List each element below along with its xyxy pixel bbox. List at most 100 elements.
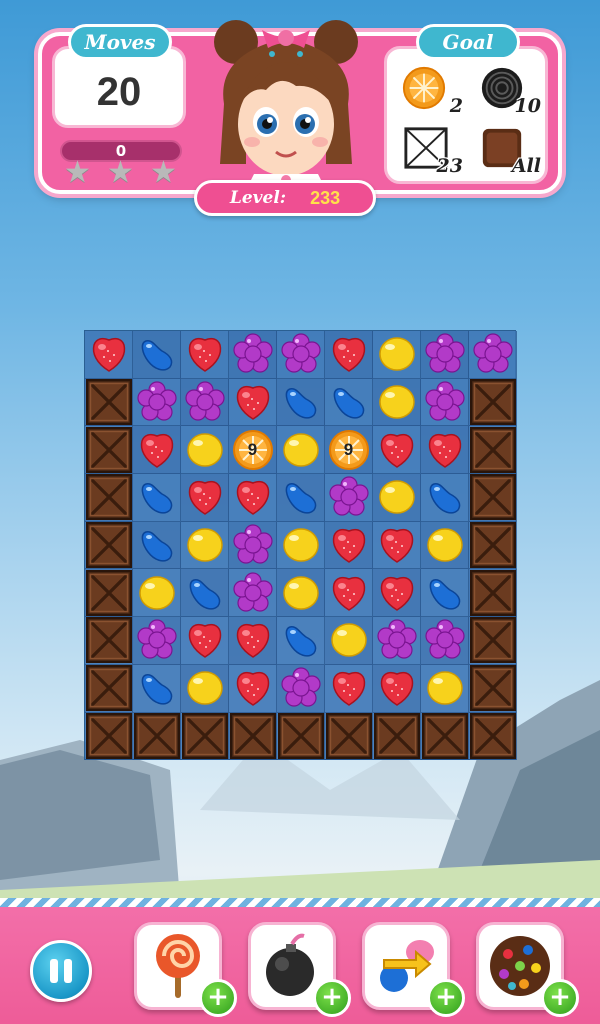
- strawberry-candy[interactable]: [181, 331, 229, 379]
- crate-icon: [85, 379, 132, 426]
- flower-candy[interactable]: [133, 617, 181, 665]
- lemon-candy[interactable]: [277, 521, 325, 570]
- lemon-icon: [186, 432, 223, 467]
- bean-icon: [285, 387, 316, 419]
- strawberry-candy[interactable]: [229, 474, 277, 522]
- strawberry-candy[interactable]: [229, 617, 277, 665]
- lemon-candy[interactable]: [373, 474, 421, 522]
- crate-icon: [421, 712, 468, 759]
- chocolate-crate-tile: [85, 712, 133, 761]
- flower-candy[interactable]: [277, 331, 325, 379]
- chocolate-crate-tile: [469, 426, 517, 475]
- goal-count: 2: [449, 95, 463, 117]
- lemon-candy[interactable]: [325, 617, 373, 665]
- flower-candy[interactable]: [325, 474, 373, 522]
- color-bomb-booster-button[interactable]: +: [476, 922, 579, 1017]
- bean-candy[interactable]: [421, 569, 469, 618]
- strawberry-candy[interactable]: [325, 521, 373, 570]
- flower-candy[interactable]: [421, 378, 469, 427]
- lemon-candy[interactable]: [181, 521, 229, 570]
- bean-candy[interactable]: [133, 521, 181, 570]
- chocolate-crate-tile: [85, 521, 133, 570]
- bean-icon: [141, 340, 172, 371]
- lemon-candy[interactable]: [133, 569, 181, 618]
- crate-icon: [229, 712, 276, 759]
- add-booster-button[interactable]: +: [427, 979, 465, 1017]
- goal-licorice: 10: [479, 65, 541, 119]
- flower-icon: [328, 476, 369, 517]
- lemon-candy[interactable]: [421, 521, 469, 570]
- strawberry-candy[interactable]: [373, 569, 421, 618]
- flower-candy[interactable]: [181, 378, 229, 427]
- flower-candy[interactable]: [373, 617, 421, 665]
- lemon-candy[interactable]: [181, 664, 229, 713]
- lemon-icon: [378, 385, 415, 419]
- strawberry-candy[interactable]: [373, 521, 421, 570]
- orange-slice-icon: [402, 66, 446, 110]
- strawberry-icon: [380, 576, 413, 611]
- bean-candy[interactable]: [277, 378, 325, 427]
- strawberry-candy[interactable]: [325, 569, 373, 618]
- chocolate-crate-tile: [469, 474, 517, 522]
- orange-candy[interactable]: 9: [229, 426, 277, 475]
- bean-candy[interactable]: [325, 378, 373, 427]
- add-booster-button[interactable]: +: [541, 979, 579, 1017]
- strawberry-candy[interactable]: [229, 378, 277, 427]
- flower-candy[interactable]: [229, 331, 277, 379]
- flower-candy[interactable]: [421, 617, 469, 665]
- bean-candy[interactable]: [181, 569, 229, 618]
- lollipop-booster-button[interactable]: +: [134, 922, 237, 1017]
- flower-candy[interactable]: [133, 378, 181, 427]
- flower-icon: [184, 381, 225, 421]
- crate-icon: [85, 474, 132, 521]
- flower-candy[interactable]: [469, 331, 517, 379]
- flower-icon: [280, 333, 321, 373]
- orange-candy[interactable]: 9: [325, 426, 373, 475]
- strawberry-candy[interactable]: [85, 331, 133, 379]
- star-icon: ★: [64, 155, 91, 190]
- strawberry-icon: [380, 529, 413, 563]
- bomb-booster-button[interactable]: +: [248, 922, 351, 1017]
- flower-icon: [232, 333, 273, 373]
- lemon-candy[interactable]: [421, 664, 469, 713]
- bean-candy[interactable]: [277, 474, 325, 522]
- flower-candy[interactable]: [229, 569, 277, 618]
- strawberry-candy[interactable]: [325, 331, 373, 379]
- strawberry-candy[interactable]: [325, 664, 373, 713]
- pause-button[interactable]: [30, 940, 92, 1002]
- lemon-icon: [282, 576, 319, 610]
- lemon-candy[interactable]: [277, 426, 325, 475]
- lemon-candy[interactable]: [373, 378, 421, 427]
- bean-candy[interactable]: [133, 474, 181, 522]
- strawberry-candy[interactable]: [133, 426, 181, 475]
- strawberry-candy[interactable]: [229, 664, 277, 713]
- bean-icon: [333, 387, 364, 419]
- flower-candy[interactable]: [229, 521, 277, 570]
- chocolate-crate-tile: [85, 474, 133, 522]
- bean-candy[interactable]: [133, 331, 181, 379]
- game-board[interactable]: 99: [84, 330, 517, 761]
- flower-icon: [232, 572, 273, 612]
- strawberry-candy[interactable]: [373, 664, 421, 713]
- swap-booster-button[interactable]: +: [362, 922, 465, 1017]
- lemon-icon: [186, 671, 223, 705]
- bean-candy[interactable]: [421, 474, 469, 522]
- lemon-candy[interactable]: [181, 426, 229, 475]
- chocolate-crate-tile: [229, 712, 277, 761]
- chocolate-crate-tile: [325, 712, 373, 761]
- strawberry-candy[interactable]: [373, 426, 421, 475]
- goal-chocolate: All: [479, 125, 541, 179]
- strawberry-candy[interactable]: [181, 474, 229, 522]
- add-booster-button[interactable]: +: [199, 979, 237, 1017]
- bean-candy[interactable]: [133, 664, 181, 713]
- bean-candy[interactable]: [277, 617, 325, 665]
- strawberry-candy[interactable]: [421, 426, 469, 475]
- add-booster-button[interactable]: +: [313, 979, 351, 1017]
- chocolate-crate-tile: [469, 378, 517, 427]
- flower-candy[interactable]: [421, 331, 469, 379]
- lemon-candy[interactable]: [373, 331, 421, 379]
- strawberry-candy[interactable]: [181, 617, 229, 665]
- crate-icon: [85, 426, 132, 473]
- flower-candy[interactable]: [277, 664, 325, 713]
- lemon-candy[interactable]: [277, 569, 325, 618]
